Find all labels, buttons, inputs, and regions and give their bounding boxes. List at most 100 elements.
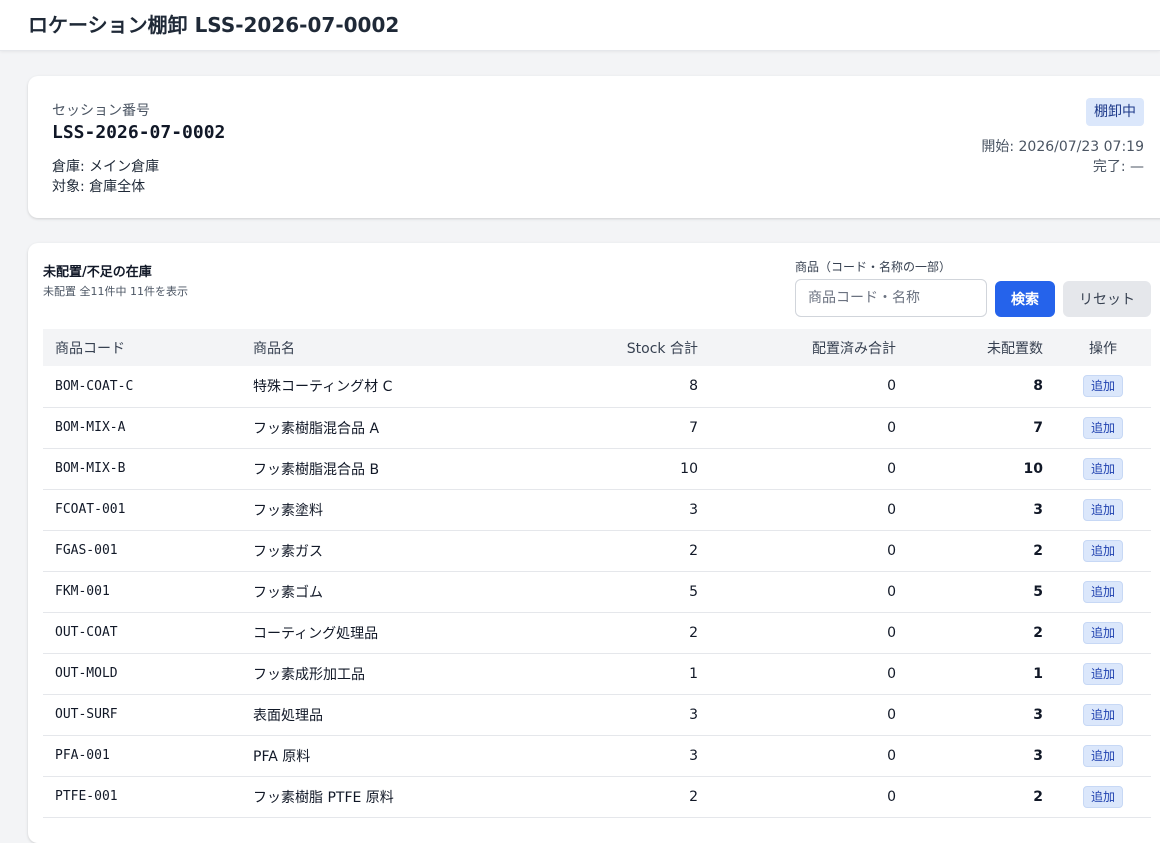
cell-placed-total: 0 <box>710 735 908 777</box>
cell-actions: 追加 <box>1055 571 1151 613</box>
cell-placed-total: 0 <box>710 489 908 531</box>
cell-actions: 追加 <box>1055 735 1151 777</box>
cell-product-name: フッ素樹脂 PTFE 原料 <box>241 776 482 818</box>
cell-unplaced-count: 3 <box>908 735 1055 777</box>
search-button[interactable]: 検索 <box>995 281 1055 317</box>
cell-product-code: FCOAT-001 <box>43 489 241 531</box>
column-header-name[interactable]: 商品名 <box>241 329 482 366</box>
unplaced-stock-card: 未配置/不足の在庫 未配置 全11件中 11件を表示 商品（コード・名称の一部）… <box>28 243 1160 843</box>
column-header-unplaced[interactable]: 未配置数 <box>908 329 1055 366</box>
cell-actions: 追加 <box>1055 366 1151 408</box>
list-title: 未配置/不足の在庫 <box>43 265 152 280</box>
table-row: FKM-001 フッ素ゴム 5 0 5 追加 <box>43 571 1151 613</box>
search-input[interactable] <box>795 279 987 317</box>
list-count: 未配置 全11件中 11件を表示 <box>43 285 188 298</box>
add-button[interactable]: 追加 <box>1082 744 1123 767</box>
column-header-code[interactable]: 商品コード <box>43 329 241 366</box>
cell-product-code: PTFE-001 <box>43 776 241 818</box>
add-button[interactable]: 追加 <box>1082 703 1123 726</box>
cell-product-name: フッ素塗料 <box>241 489 482 531</box>
add-button[interactable]: 追加 <box>1082 416 1123 439</box>
table-row: OUT-COAT コーティング処理品 2 0 2 追加 <box>43 612 1151 654</box>
cell-actions: 追加 <box>1055 612 1151 654</box>
cell-product-code: PFA-001 <box>43 735 241 777</box>
cell-stock-total: 3 <box>482 694 710 736</box>
add-button[interactable]: 追加 <box>1082 498 1123 521</box>
cell-placed-total: 0 <box>710 448 908 490</box>
table-header-row: 商品コード 商品名 Stock 合計 配置済み合計 未配置数 操作 <box>43 329 1151 366</box>
cell-stock-total: 3 <box>482 735 710 777</box>
cell-product-code: FGAS-001 <box>43 530 241 572</box>
cell-product-code: FKM-001 <box>43 571 241 613</box>
table-row: OUT-SURF 表面処理品 3 0 3 追加 <box>43 694 1151 736</box>
cell-placed-total: 0 <box>710 653 908 695</box>
session-number: LSS-2026-07-0002 <box>52 122 226 143</box>
cell-placed-total: 0 <box>710 571 908 613</box>
add-button[interactable]: 追加 <box>1082 375 1123 398</box>
cell-placed-total: 0 <box>710 407 908 449</box>
session-target: 対象: 倉庫全体 <box>52 179 146 195</box>
cell-product-name: コーティング処理品 <box>241 612 482 654</box>
cell-product-name: フッ素樹脂混合品 B <box>241 448 482 490</box>
cell-stock-total: 8 <box>482 366 710 408</box>
cell-actions: 追加 <box>1055 407 1151 449</box>
cell-stock-total: 2 <box>482 612 710 654</box>
cell-actions: 追加 <box>1055 694 1151 736</box>
cell-unplaced-count: 3 <box>908 694 1055 736</box>
cell-actions: 追加 <box>1055 530 1151 572</box>
unplaced-stock-table: 商品コード 商品名 Stock 合計 配置済み合計 未配置数 操作 BOM-CO… <box>43 329 1151 818</box>
cell-unplaced-count: 2 <box>908 776 1055 818</box>
session-completed: 完了: — <box>1092 159 1144 175</box>
cell-placed-total: 0 <box>710 776 908 818</box>
cell-stock-total: 2 <box>482 776 710 818</box>
column-header-placed-total[interactable]: 配置済み合計 <box>710 329 908 366</box>
cell-stock-total: 3 <box>482 489 710 531</box>
cell-product-code: OUT-COAT <box>43 612 241 654</box>
cell-actions: 追加 <box>1055 776 1151 818</box>
cell-placed-total: 0 <box>710 530 908 572</box>
cell-placed-total: 0 <box>710 366 908 408</box>
cell-placed-total: 0 <box>710 694 908 736</box>
cell-product-code: OUT-MOLD <box>43 653 241 695</box>
add-button[interactable]: 追加 <box>1082 785 1123 808</box>
add-button[interactable]: 追加 <box>1082 621 1123 644</box>
add-button[interactable]: 追加 <box>1082 662 1123 685</box>
cell-stock-total: 7 <box>482 407 710 449</box>
table-row: BOM-MIX-A フッ素樹脂混合品 A 7 0 7 追加 <box>43 407 1151 449</box>
table-row: FGAS-001 フッ素ガス 2 0 2 追加 <box>43 530 1151 572</box>
cell-unplaced-count: 5 <box>908 571 1055 613</box>
cell-product-name: 表面処理品 <box>241 694 482 736</box>
cell-product-code: OUT-SURF <box>43 694 241 736</box>
add-button[interactable]: 追加 <box>1082 457 1123 480</box>
session-warehouse: 倉庫: メイン倉庫 <box>52 159 160 175</box>
reset-button[interactable]: リセット <box>1063 281 1151 317</box>
cell-placed-total: 0 <box>710 612 908 654</box>
search-label: 商品（コード・名称の一部） <box>795 260 952 274</box>
table-row: BOM-MIX-B フッ素樹脂混合品 B 10 0 10 追加 <box>43 448 1151 490</box>
page-title: ロケーション棚卸 LSS-2026-07-0002 <box>28 13 400 37</box>
cell-actions: 追加 <box>1055 489 1151 531</box>
table-row: OUT-MOLD フッ素成形加工品 1 0 1 追加 <box>43 653 1151 695</box>
cell-product-name: PFA 原料 <box>241 735 482 777</box>
cell-product-name: 特殊コーティング材 C <box>241 366 482 408</box>
session-card: セッション番号 LSS-2026-07-0002 倉庫: メイン倉庫 対象: 倉… <box>28 76 1160 218</box>
add-button[interactable]: 追加 <box>1082 580 1123 603</box>
cell-unplaced-count: 7 <box>908 407 1055 449</box>
cell-product-name: フッ素ゴム <box>241 571 482 613</box>
add-button[interactable]: 追加 <box>1082 539 1123 562</box>
table-row: BOM-COAT-C 特殊コーティング材 C 8 0 8 追加 <box>43 366 1151 408</box>
cell-stock-total: 10 <box>482 448 710 490</box>
session-number-label: セッション番号 <box>52 103 150 119</box>
cell-unplaced-count: 8 <box>908 366 1055 408</box>
cell-product-name: フッ素ガス <box>241 530 482 572</box>
cell-product-name: フッ素成形加工品 <box>241 653 482 695</box>
cell-stock-total: 2 <box>482 530 710 572</box>
cell-actions: 追加 <box>1055 448 1151 490</box>
column-header-stock-total[interactable]: Stock 合計 <box>482 329 710 366</box>
cell-unplaced-count: 2 <box>908 612 1055 654</box>
cell-stock-total: 1 <box>482 653 710 695</box>
cell-product-code: BOM-COAT-C <box>43 366 241 408</box>
table-row: FCOAT-001 フッ素塗料 3 0 3 追加 <box>43 489 1151 531</box>
cell-unplaced-count: 3 <box>908 489 1055 531</box>
cell-actions: 追加 <box>1055 653 1151 695</box>
